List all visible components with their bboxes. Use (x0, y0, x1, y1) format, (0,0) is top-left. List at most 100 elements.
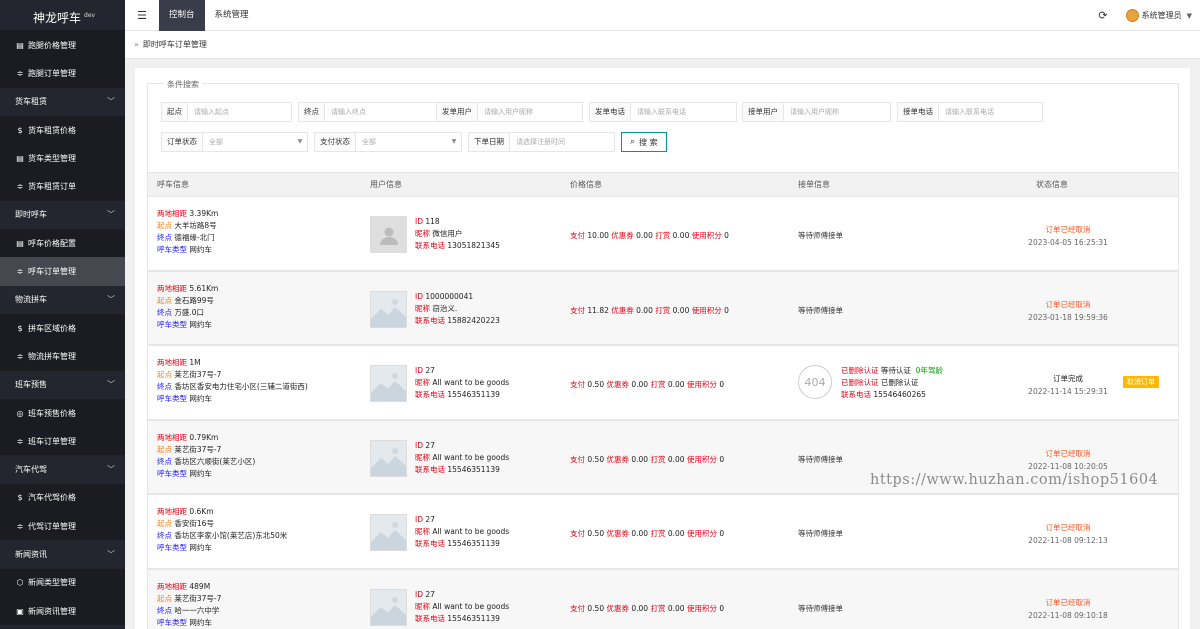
user-menu[interactable]: 系统管理员 ▼ (1125, 9, 1192, 22)
table-row[interactable]: 两地相距 0.6Km 起点 香安街16号 终点 香坊区李家小馆(莱艺店)东北50… (147, 494, 1179, 569)
end-field[interactable]: 终点 请输入终点 (298, 102, 441, 122)
tip-value: 0.00 (667, 603, 685, 613)
order-date-input[interactable]: 请选择注册时间 (510, 133, 614, 151)
sender-phone-field[interactable]: 发单电话 请输入联系电话 (589, 102, 737, 122)
table-row[interactable]: 两地相距 5.61Km 起点 金石路99号 终点 万盛.0口 呼车类型 网约车 … (147, 270, 1179, 345)
tab-console[interactable]: 控制台 (159, 0, 205, 31)
sidebar-item[interactable]: ≑ 跑腿订单管理 (0, 59, 125, 88)
sidebar-item[interactable]: ≑ 呼车订单管理 (0, 257, 125, 286)
sidebar-item[interactable]: ⬡ 新闻类型管理 (0, 568, 125, 597)
points-label: 使用积分 (686, 380, 717, 389)
pay-label: 支付 (570, 380, 585, 389)
sidebar-item[interactable]: ▤ 跑腿价格管理 (0, 31, 125, 60)
sidebar-item[interactable]: $ 汽车代驾价格 (0, 483, 125, 513)
order-date-field[interactable]: 下单日期 请选择注册时间 (468, 132, 615, 152)
driver-info: 等待师傅接单 (798, 603, 843, 613)
coupon-value: 0.00 (631, 529, 649, 538)
price-info: 支付 10.00 优惠券 0.00 打赏 0.00 使用积分 0 (570, 230, 729, 241)
nick-label: 昵称 (415, 303, 430, 313)
status-badge: 订单已经取消 (1045, 523, 1091, 532)
sidebar-item-label: 跑腿价格管理 (28, 40, 76, 50)
sidebar-item[interactable]: ▣ 新闻资讯管理 (0, 596, 125, 626)
driver-avatar: 404 (798, 365, 832, 399)
pay-status-value[interactable]: 全部 (356, 133, 447, 151)
end-value: 香坊区六顺街(莱艺小区) (174, 456, 256, 466)
sliders-icon: ≑ (16, 267, 24, 277)
tab-system[interactable]: 系统管理 (205, 0, 259, 31)
sidebar-section[interactable]: 汽车代驾 ﹀ (0, 455, 125, 484)
user-id: 27 (425, 366, 435, 375)
id-label: ID (415, 589, 423, 599)
driver-info: 等待师傅接单 (798, 231, 843, 240)
sidebar-item[interactable]: ◎ 班车预售价格 (0, 398, 125, 428)
driver-auth-label: 已删除认证 (841, 366, 879, 375)
table-row[interactable]: 两地相距 3.39Km 起点 大羊坊路8号 终点 德福缘-北门 呼车类型 网约车… (147, 196, 1179, 271)
pay-status-select[interactable]: 支付状态 全部 ▼ (314, 132, 462, 152)
order-status-select[interactable]: 订单状态 全部 ▼ (161, 132, 308, 152)
sidebar-item[interactable]: $ 货车租赁价格 (0, 115, 125, 145)
sidebar-section-label: 物流拼车 (15, 295, 47, 305)
receiver-phone-input[interactable]: 请输入联系电话 (939, 103, 1042, 121)
user-phone: 13051821345 (447, 241, 500, 250)
sidebar-item[interactable]: ≑ 代驾订单管理 (0, 512, 125, 541)
double-chevron-icon: » (134, 40, 139, 49)
coupon-label: 优惠券 (606, 380, 629, 389)
start-label: 起点 (157, 593, 172, 603)
sidebar-section[interactable]: 货车租赁 ﹀ (0, 87, 125, 116)
user-avatar (370, 514, 407, 551)
sender-user-input[interactable]: 请输入用户昵称 (478, 103, 582, 121)
id-label: ID (415, 217, 423, 226)
refresh-icon[interactable]: ⟳ (1098, 9, 1107, 22)
sidebar-item[interactable]: ▤ 货车类型管理 (0, 144, 125, 173)
sidebar-item[interactable]: ▤ 呼车价格配置 (0, 229, 125, 258)
coupon-label: 优惠券 (606, 529, 629, 538)
sender-user-field[interactable]: 发单用户 请输入用户昵称 (436, 102, 583, 122)
field-label: 终点 (299, 103, 325, 121)
sidebar-item[interactable]: $ 拼车区域价格 (0, 313, 125, 343)
receiver-phone-field[interactable]: 接单电话 请输入联系电话 (897, 102, 1043, 122)
pay-value: 0.50 (587, 603, 605, 613)
phone-label: 联系电话 (415, 390, 445, 399)
search-button[interactable]: ⌕ 搜 索 (621, 132, 667, 152)
table-row[interactable]: 两地相距 489M 起点 莱艺街37号-7 终点 哈一一六中学 呼车类型 网约车… (147, 568, 1179, 629)
call-info: 两地相距 1M 起点 莱艺街37号-7 终点 香坊区香安电力住宅小区(三辅二道街… (157, 357, 308, 405)
coupon-value: 0.00 (636, 231, 653, 240)
call-info: 两地相距 0.6Km 起点 香安街16号 终点 香坊区李家小馆(莱艺店)东北50… (157, 506, 287, 554)
sidebar-item[interactable]: ≑ 物流拼车管理 (0, 342, 125, 371)
search-icon: ⌕ (630, 137, 636, 147)
table-row[interactable]: 两地相距 1M 起点 莱艺街37号-7 终点 香坊区香安电力住宅小区(三辅二道街… (147, 345, 1179, 420)
sender-phone-input[interactable]: 请输入联系电话 (631, 103, 736, 121)
sidebar-item[interactable]: ≑ 班车订单管理 (0, 427, 125, 456)
order-time: 2022-11-08 09:12:13 (1028, 536, 1108, 545)
receiver-user-input[interactable]: 请输入用户昵称 (784, 103, 890, 121)
call-info: 两地相距 5.61Km 起点 金石路99号 终点 万盛.0口 呼车类型 网约车 (157, 283, 218, 331)
distance-label: 两地相距 (157, 209, 187, 218)
cube-icon: ⬡ (16, 578, 24, 588)
menu-toggle-icon[interactable]: ☰ (125, 9, 159, 22)
order-status-value[interactable]: 全部 (203, 133, 293, 151)
coupon-value: 0.00 (636, 305, 653, 315)
user-name: 系统管理员 (1141, 11, 1182, 20)
sidebar-section[interactable]: 新闻资讯 ﹀ (0, 540, 125, 569)
start-label: 起点 (157, 295, 172, 305)
cancel-order-button[interactable]: 取消订单 (1123, 376, 1159, 388)
sidebar-item[interactable]: ≑ 货车租赁订单 (0, 172, 125, 201)
breadcrumb: » 即时呼车订单管理 (125, 31, 1200, 59)
end-label: 终点 (157, 531, 172, 540)
app-logo[interactable]: 神龙呼车 dev (0, 0, 125, 31)
type-label: 呼车类型 (157, 617, 187, 627)
end-input[interactable]: 请输入终点 (325, 103, 440, 121)
sidebar-section[interactable]: 即时呼车 ﹀ (0, 200, 125, 230)
start-input[interactable]: 请输入起点 (188, 103, 291, 121)
status-badge: 订单已经取消 (1045, 299, 1091, 309)
type-value: 网约车 (189, 319, 212, 329)
sidebar-section[interactable]: 班车预售 ﹀ (0, 370, 125, 399)
sidebar-section[interactable]: 物流拼车 ﹀ (0, 285, 125, 314)
status-info: 订单已经取消 2022-11-08 10:20:05 (1028, 447, 1108, 473)
receiver-user-field[interactable]: 接单用户 请输入用户昵称 (742, 102, 891, 122)
pay-label: 支付 (570, 603, 585, 613)
start-field[interactable]: 起点 请输入起点 (161, 102, 292, 122)
tip-label: 打赏 (650, 454, 666, 464)
tip-value: 0.00 (672, 231, 690, 240)
search-panel: 条件搜索 起点 请输入起点 终点 请输入终点 发单用户 请输入用户昵称 发单电话… (147, 79, 1179, 180)
